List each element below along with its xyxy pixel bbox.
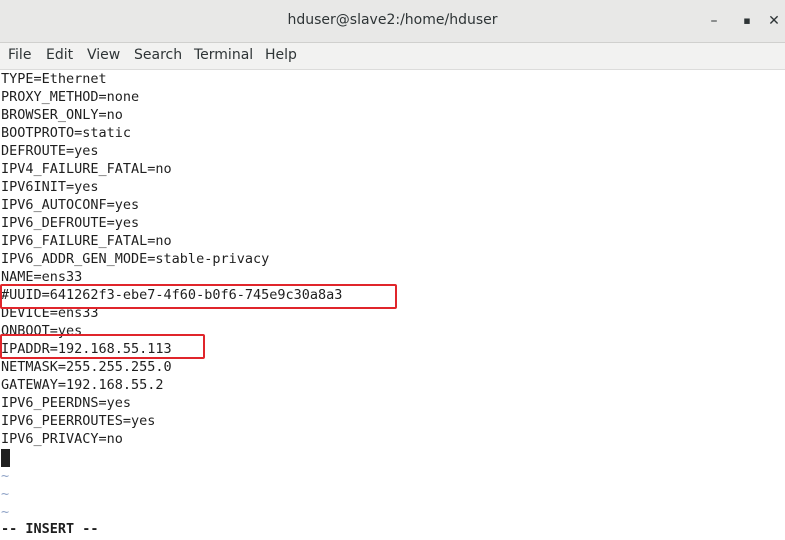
menu-terminal[interactable]: Terminal [194, 47, 253, 63]
config-line: DEFROUTE=yes [1, 143, 99, 159]
menu-search[interactable]: Search [134, 47, 182, 63]
config-line: IPV6_PRIVACY=no [1, 431, 123, 447]
minimize-icon[interactable]: – [705, 12, 723, 30]
maximize-icon[interactable]: ▪ [738, 12, 756, 30]
config-line: IPV6_AUTOCONF=yes [1, 197, 140, 213]
config-line: IPV6INIT=yes [1, 179, 99, 195]
config-line: GATEWAY=192.168.55.2 [1, 377, 164, 393]
window-title: hduser@slave2:/home/hduser [287, 12, 498, 28]
config-line: BROWSER_ONLY=no [1, 107, 123, 123]
window-titlebar[interactable]: hduser@slave2:/home/hduser – ▪ ✕ [0, 0, 785, 43]
terminal-area[interactable]: TYPE=Ethernet PROXY_METHOD=none BROWSER_… [0, 70, 785, 540]
menu-bar: File Edit View Search Terminal Help [0, 43, 785, 70]
config-line: PROXY_METHOD=none [1, 89, 140, 105]
config-line: IPV6_ADDR_GEN_MODE=stable-privacy [1, 251, 270, 267]
config-line: TYPE=Ethernet [1, 71, 107, 87]
text-cursor [1, 449, 10, 467]
menu-edit[interactable]: Edit [46, 47, 73, 63]
ipaddr-highlight-box [0, 334, 205, 359]
menu-file[interactable]: File [8, 47, 31, 63]
config-line: IPV6_DEFROUTE=yes [1, 215, 140, 231]
menu-help[interactable]: Help [265, 47, 297, 63]
config-line: IPV6_FAILURE_FATAL=no [1, 233, 172, 249]
config-line: IPV6_PEERROUTES=yes [1, 413, 156, 429]
config-line: IPV6_PEERDNS=yes [1, 395, 132, 411]
close-icon[interactable]: ✕ [765, 12, 783, 30]
empty-line-tilde: ~ [1, 486, 10, 502]
empty-line-tilde: ~ [1, 468, 10, 484]
config-line: BOOTPROTO=static [1, 125, 132, 141]
config-line: IPV4_FAILURE_FATAL=no [1, 161, 172, 177]
vim-mode-status: -- INSERT -- [1, 521, 99, 537]
config-line: NETMASK=255.255.255.0 [1, 359, 172, 375]
menu-view[interactable]: View [87, 47, 120, 63]
uuid-highlight-box [0, 284, 397, 309]
empty-line-tilde: ~ [1, 504, 10, 520]
